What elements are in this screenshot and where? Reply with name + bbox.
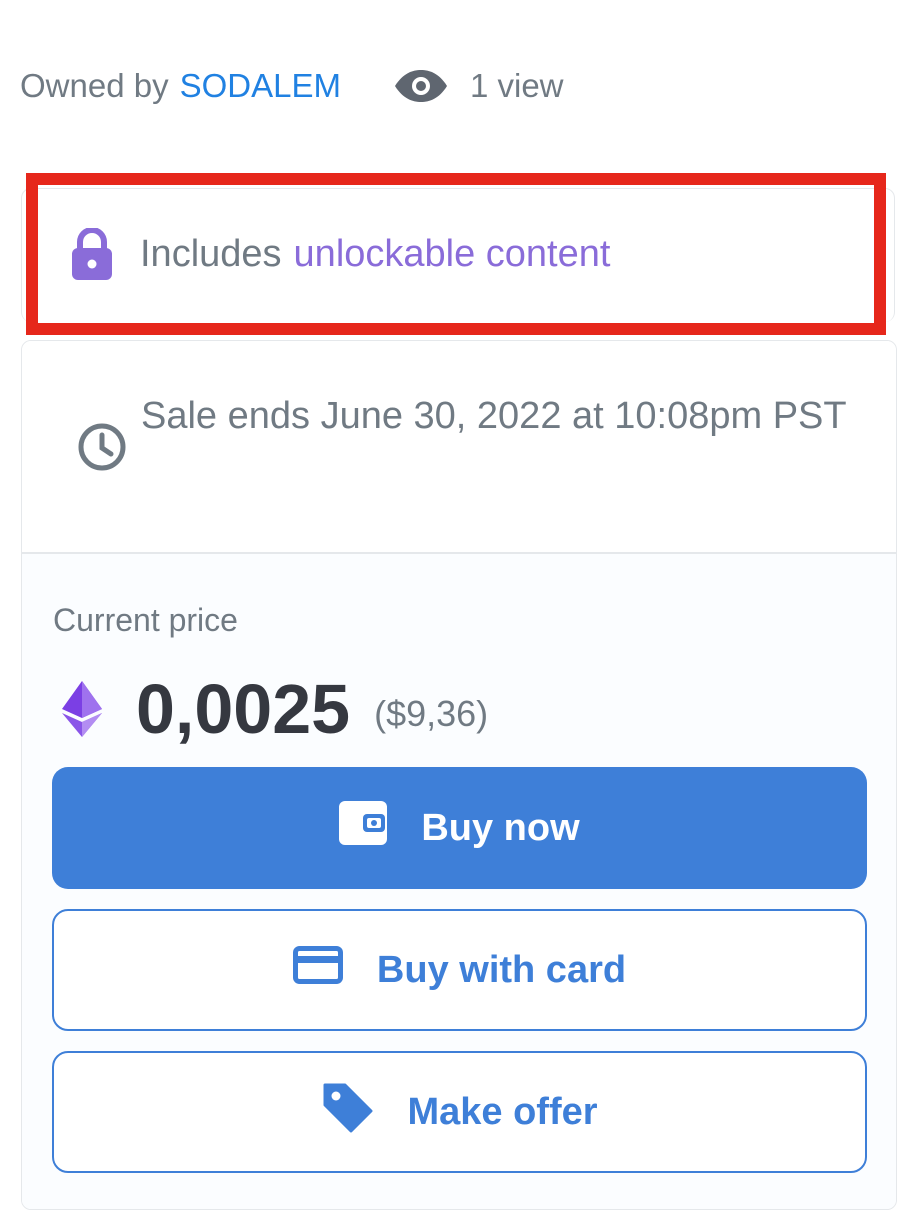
unlockable-row: Includes unlockable content	[70, 224, 610, 284]
make-offer-label: Make offer	[407, 1090, 598, 1133]
price-usd: ($9,36)	[374, 693, 489, 734]
buy-with-card-button[interactable]: Buy with card	[52, 909, 867, 1031]
clock-icon	[76, 421, 128, 473]
current-price-label: Current price	[53, 602, 238, 638]
sale-end-text: Sale ends June 30, 2022 at 10:08pm PST	[141, 395, 847, 437]
tag-icon	[321, 1081, 373, 1143]
eye-icon	[393, 70, 449, 102]
ethereum-icon	[62, 681, 102, 737]
price-section: Current price 0,0025 ($9,36) Buy now Buy…	[22, 554, 896, 1209]
buy-now-label: Buy now	[421, 806, 580, 849]
wallet-icon	[339, 801, 388, 855]
sale-card: Sale ends June 30, 2022 at 10:08pm PST C…	[21, 340, 897, 1210]
lock-icon	[70, 227, 114, 280]
view-count: 1 view	[469, 67, 564, 104]
owner-link[interactable]: SODALEM	[180, 67, 341, 105]
buy-now-button[interactable]: Buy now	[52, 767, 867, 889]
unlockable-content-link[interactable]: unlockable content	[294, 233, 611, 276]
price-value: 0,0025	[136, 670, 351, 748]
owned-by-label: Owned by	[20, 67, 169, 104]
make-offer-button[interactable]: Make offer	[52, 1051, 867, 1173]
credit-card-icon	[292, 946, 343, 994]
unlockable-card: Includes unlockable content	[21, 188, 895, 322]
owner-row: Owned by SODALEM 1 view	[20, 60, 564, 112]
buy-with-card-label: Buy with card	[376, 948, 627, 991]
includes-label: Includes	[140, 232, 282, 275]
price-row: 0,0025 ($9,36)	[62, 664, 488, 754]
sale-header: Sale ends June 30, 2022 at 10:08pm PST	[22, 341, 896, 554]
